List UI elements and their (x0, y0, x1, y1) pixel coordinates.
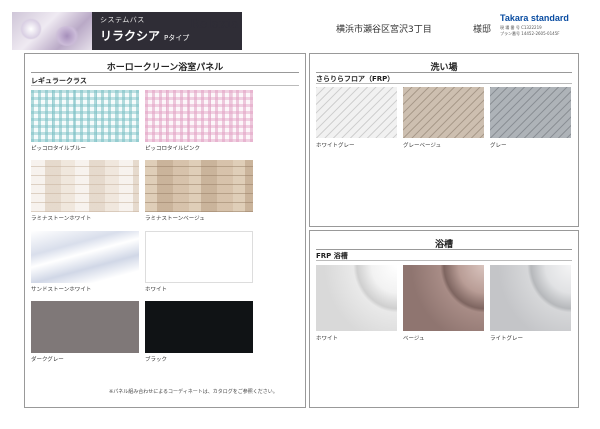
swatch-floor-grey (490, 87, 571, 138)
title-divider (316, 72, 572, 73)
swatch-label: ベージュ (403, 336, 425, 342)
swatch-white (145, 231, 253, 283)
title-divider (316, 249, 572, 250)
title-divider (31, 72, 299, 73)
bathroom-photo (12, 12, 92, 50)
swatch-label: ホワイト (145, 287, 168, 293)
swatch-lamina-stone-white (31, 160, 139, 212)
swatch-tub-light-grey (490, 265, 571, 331)
swatch-tub-white (316, 265, 397, 331)
swatch-label: グレー (490, 143, 507, 149)
swatch-label: ラミナストーンベージュ (145, 216, 205, 222)
swatch-tub-beige (403, 265, 484, 331)
wall-panel-section: ホーロークリーン浴室パネル レギュラークラス ピッコロタイルブルー ピッコロタイ… (24, 53, 306, 408)
swatch-label: ホワイトグレー (316, 143, 355, 149)
bathtub-section: 浴槽 FRP 浴槽 ホワイト ベージュ ライトグレー (309, 230, 579, 408)
swatch-dark-grey (31, 301, 139, 353)
swatch-label: ライトグレー (490, 336, 524, 342)
swatch-piccolo-tile-blue (31, 90, 139, 142)
subtitle-divider (316, 83, 572, 84)
customer-address: 横浜市瀬谷区宮沢3丁目 (336, 25, 432, 35)
subtitle-divider (316, 260, 572, 261)
swatch-lamina-stone-beige (145, 160, 253, 212)
swatch-label: ブラック (145, 357, 168, 363)
swatch-label: サンドストーンホワイト (31, 287, 92, 293)
swatch-black (145, 301, 253, 353)
brand-name: Takara standard (500, 13, 569, 23)
swatch-floor-white-grey (316, 87, 397, 138)
honorific: 様邸 (473, 25, 492, 35)
swatch-label: ピッコロタイルピンク (145, 146, 201, 152)
swatch-floor-grey-beige (403, 87, 484, 138)
site-meta: 現 場 番 号 C1322219 プラン番号 14452-2605-0145F (500, 25, 576, 37)
swatch-sandstone-white (31, 231, 139, 283)
coordination-note: ※パネル組み合わせによるコーディネートは、カタログをご参照ください。 (109, 389, 278, 395)
plan-number: プラン番号 14452-2605-0145F (500, 31, 560, 36)
subtitle-divider (31, 85, 299, 86)
takara-logo: Takara standard 現 場 番 号 C1322219 プラン番号 1… (500, 13, 576, 49)
product-name: リラクシア (100, 29, 161, 43)
floor-section: 洗い場 さらりらフロア（FRP） ホワイトグレー グレーベージュ グレー (309, 53, 579, 227)
swatch-label: グレーベージュ (403, 143, 442, 149)
swatch-label: ホワイト (316, 336, 339, 342)
swatch-label: ラミナストーンホワイト (31, 216, 92, 222)
swatch-piccolo-tile-pink (145, 90, 253, 142)
product-type: Pタイプ (164, 34, 190, 42)
swatch-label: ピッコロタイルブルー (31, 146, 87, 152)
swatch-label: ダークグレー (31, 357, 64, 363)
model-name: Relaxia (190, 17, 239, 32)
